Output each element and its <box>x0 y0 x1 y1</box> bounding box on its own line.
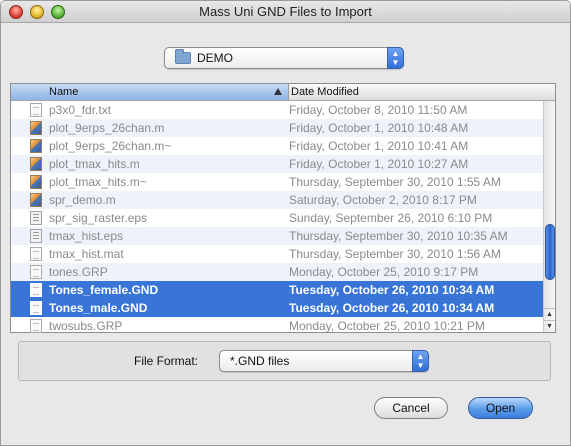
file-name: plot_9erps_26chan.m <box>49 121 165 135</box>
file-name: tmax_hist.eps <box>49 229 124 243</box>
file-name: Tones_female.GND <box>49 283 159 297</box>
matlab-file-icon <box>30 175 42 189</box>
cancel-button[interactable]: Cancel <box>374 397 448 419</box>
file-name: tones.GRP <box>49 265 108 279</box>
file-row[interactable]: plot_tmax_hits.m~ Thursday, September 30,… <box>11 173 544 191</box>
file-row[interactable]: plot_9erps_26chan.m~ Friday, October 1, 2… <box>11 137 544 155</box>
matlab-file-icon <box>30 193 42 207</box>
file-date-modified: Sunday, September 26, 2010 6:10 PM <box>289 211 493 225</box>
column-header: Name Date Modified <box>11 84 555 101</box>
eps-file-icon <box>30 211 42 225</box>
file-import-dialog: Mass Uni GND Files to Import DEMO ▲ ▼ Nam… <box>0 0 571 446</box>
document-icon <box>30 319 42 333</box>
file-date-modified: Tuesday, October 26, 2010 10:34 AM <box>289 301 495 315</box>
window-title: Mass Uni GND Files to Import <box>199 4 372 19</box>
file-date-modified: Friday, October 1, 2010 10:48 AM <box>289 121 469 135</box>
file-date-modified: Friday, October 8, 2010 11:50 AM <box>289 103 468 117</box>
file-row[interactable]: twosubs.GRP Monday, October 25, 2010 10:2… <box>11 317 544 335</box>
file-name: spr_demo.m <box>49 193 116 207</box>
eps-file-icon <box>30 229 42 243</box>
file-row[interactable]: tmax_hist.eps Thursday, September 30, 201… <box>11 227 544 245</box>
file-row[interactable]: tones.GRP Monday, October 25, 2010 9:17 P… <box>11 263 544 281</box>
vertical-scrollbar[interactable]: ▲ ▼ <box>543 101 555 332</box>
file-date-modified: Thursday, September 30, 2010 1:55 AM <box>289 175 501 189</box>
file-format-value: *.GND files <box>230 354 290 368</box>
file-date-modified: Saturday, October 2, 2010 8:17 PM <box>289 193 477 207</box>
name-column-label: Name <box>49 86 79 98</box>
file-name: plot_tmax_hits.m <box>49 157 140 171</box>
file-date-modified: Monday, October 25, 2010 9:17 PM <box>289 265 479 279</box>
file-row[interactable]: spr_sig_raster.eps Sunday, September 26, … <box>11 209 544 227</box>
matlab-file-icon <box>30 139 42 153</box>
file-row[interactable]: spr_demo.m Saturday, October 2, 2010 8:17… <box>11 191 544 209</box>
file-name: p3x0_fdr.txt <box>49 103 112 117</box>
file-name: Tones_male.GND <box>49 301 148 315</box>
popup-arrows-icon: ▲ ▼ <box>387 47 404 69</box>
file-date-modified: Friday, October 1, 2010 10:27 AM <box>289 157 469 171</box>
document-icon <box>30 283 42 297</box>
file-list: p3x0_fdr.txt Friday, October 8, 2010 11:5… <box>11 101 544 335</box>
file-row[interactable]: Tones_male.GND Tuesday, October 26, 2010 … <box>11 299 544 317</box>
file-row[interactable]: plot_9erps_26chan.m Friday, October 1, 20… <box>11 119 544 137</box>
matlab-file-icon <box>30 157 42 171</box>
folder-icon <box>175 49 191 64</box>
document-icon <box>30 265 42 279</box>
document-icon <box>30 247 42 261</box>
file-row[interactable]: plot_tmax_hits.m Friday, October 1, 2010 … <box>11 155 544 173</box>
file-row[interactable]: tmax_hist.mat Thursday, September 30, 201… <box>11 245 544 263</box>
file-browser: Name Date Modified p3x0_fdr.txt Friday, O… <box>10 83 556 333</box>
file-date-modified: Monday, October 25, 2010 10:21 PM <box>289 319 485 333</box>
date-column-header[interactable]: Date Modified <box>291 84 359 100</box>
file-date-modified: Thursday, September 30, 2010 10:35 AM <box>289 229 508 243</box>
close-window-icon[interactable] <box>9 5 23 19</box>
scroll-down-arrow-icon[interactable]: ▼ <box>544 320 555 332</box>
document-icon <box>30 301 42 315</box>
date-column-label: Date Modified <box>291 86 359 98</box>
open-button[interactable]: Open <box>468 397 533 419</box>
file-date-modified: Thursday, September 30, 2010 1:56 AM <box>289 247 501 261</box>
file-row[interactable]: p3x0_fdr.txt Friday, October 8, 2010 11:5… <box>11 101 544 119</box>
file-name: tmax_hist.mat <box>49 247 124 261</box>
file-format-panel: File Format: *.GND files ▲ ▼ <box>18 341 551 381</box>
file-date-modified: Friday, October 1, 2010 10:41 AM <box>289 139 469 153</box>
scroll-up-arrow-icon[interactable]: ▲ <box>544 308 555 320</box>
file-name: twosubs.GRP <box>49 319 123 333</box>
title-bar[interactable]: Mass Uni GND Files to Import <box>1 1 570 23</box>
location-popup[interactable]: DEMO ▲ ▼ <box>164 47 404 69</box>
minimize-window-icon[interactable] <box>30 5 44 19</box>
zoom-window-icon[interactable] <box>51 5 65 19</box>
file-name: plot_tmax_hits.m~ <box>49 175 147 189</box>
location-label: DEMO <box>197 51 233 65</box>
file-name: plot_9erps_26chan.m~ <box>49 139 172 153</box>
file-date-modified: Tuesday, October 26, 2010 10:34 AM <box>289 283 495 297</box>
file-row[interactable]: Tones_female.GND Tuesday, October 26, 201… <box>11 281 544 299</box>
document-icon <box>30 103 42 117</box>
name-column-header[interactable]: Name <box>11 84 289 100</box>
matlab-file-icon <box>30 121 42 135</box>
file-format-popup[interactable]: *.GND files ▲ ▼ <box>219 350 429 372</box>
file-name: spr_sig_raster.eps <box>49 211 148 225</box>
scrollbar-thumb[interactable] <box>545 224 555 280</box>
sort-ascending-icon <box>274 88 282 95</box>
popup-arrows-icon: ▲ ▼ <box>412 350 429 372</box>
file-format-label: File Format: <box>134 354 199 368</box>
